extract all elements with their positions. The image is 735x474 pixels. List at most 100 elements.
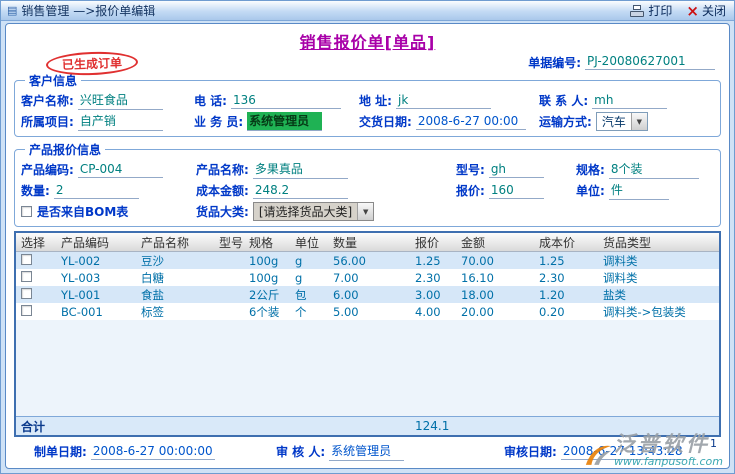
row-checkbox[interactable] xyxy=(21,270,32,282)
customer-name-input[interactable]: 兴旺食品 xyxy=(77,91,163,110)
total-amount: 124.1 xyxy=(415,419,450,433)
delivery-date-input[interactable]: 2008-6-27 00:00 xyxy=(415,114,526,130)
cell-unit: g xyxy=(295,270,303,285)
print-label: 打印 xyxy=(648,4,673,18)
table-row[interactable]: YL-002 豆沙 100g g 56.00 1.25 70.00 1.25 调… xyxy=(16,252,719,269)
row-checkbox[interactable] xyxy=(21,253,32,265)
product-row-2: 数量: 2 成本金额: 248.2 报价: 160 单位: 件 xyxy=(21,180,714,201)
contact-label: 联 系 人: xyxy=(539,94,589,108)
app-window: ▤ 销售管理 —>报价单编辑 打印 × 关闭 销售报价单[单品] 已生成订单 单… xyxy=(0,0,735,474)
total-label: 合计 xyxy=(21,419,46,434)
product-row-3: 是否来自BOM表 货品大类: [请选择货品大类] ▼ xyxy=(21,201,714,222)
col-model[interactable]: 型号 xyxy=(214,234,244,251)
cell-product-name: 食盐 xyxy=(141,287,164,302)
product-row-1: 产品编码: CP-004 产品名称: 多果真品 型号: gh 规格: 8个装 xyxy=(21,159,714,180)
address-input[interactable]: jk xyxy=(395,93,491,109)
items-grid: 选择 产品编码 产品名称 型号 规格 单位 数量 报价 金额 成本价 货品类型 … xyxy=(14,231,721,437)
row-checkbox[interactable] xyxy=(21,287,32,299)
table-row[interactable]: YL-003 白糖 100g g 7.00 2.30 16.10 2.30 调料… xyxy=(16,269,719,286)
made-date-label: 制单日期: xyxy=(34,445,87,459)
spec-input[interactable]: 8个装 xyxy=(608,160,699,179)
window-icon: ▤ xyxy=(7,4,18,17)
print-button[interactable]: 打印 xyxy=(630,2,672,19)
salesperson-label: 业 务 员: xyxy=(194,115,244,129)
table-row[interactable]: BC-001 标签 6个装 个 5.00 4.00 20.00 0.20 调料类… xyxy=(16,303,719,320)
cell-type: 调料类 xyxy=(603,253,638,268)
doc-no-value[interactable]: PJ-20080627001 xyxy=(585,54,715,70)
unit-label: 单位: xyxy=(576,184,605,198)
cell-product-code: YL-002 xyxy=(61,253,101,268)
cell-type: 调料类->包装类 xyxy=(603,304,686,319)
bom-checkbox[interactable] xyxy=(21,206,32,217)
unit-input[interactable]: 件 xyxy=(608,181,669,200)
titlebar: ▤ 销售管理 —>报价单编辑 打印 × 关闭 xyxy=(1,1,734,21)
cell-amount: 16.10 xyxy=(461,270,494,285)
auditor-label: 审 核 人: xyxy=(276,445,326,459)
row-select-cell xyxy=(16,270,56,285)
transport-value: 汽车 xyxy=(601,115,626,129)
col-product-name[interactable]: 产品名称 xyxy=(136,234,214,251)
row-select-cell xyxy=(16,253,56,268)
cell-quantity: 5.00 xyxy=(333,304,359,319)
auditor-value: 系统管理员 xyxy=(329,442,405,461)
table-row[interactable]: YL-001 食盐 2公斤 包 6.00 3.00 18.00 1.20 盐类 xyxy=(16,286,719,303)
fanpu-logo-icon xyxy=(585,445,612,465)
product-quote-section: 产品报价信息 产品编码: CP-004 产品名称: 多果真品 型号: gh 规格: 8个… xyxy=(14,141,721,227)
cell-quantity: 7.00 xyxy=(333,270,359,285)
quote-price-input[interactable]: 160 xyxy=(488,183,544,199)
quote-price-label: 报价: xyxy=(456,184,485,198)
form-title: 销售报价单[单品] xyxy=(299,33,436,52)
transport-select[interactable]: 汽车 ▼ xyxy=(595,112,648,131)
cell-spec: 100g xyxy=(249,270,279,285)
project-input[interactable]: 自产销 xyxy=(77,112,163,131)
bom-label: 是否来自BOM表 xyxy=(37,205,129,219)
window-title: 销售管理 —>报价单编辑 xyxy=(21,4,156,18)
phone-label: 电 话: xyxy=(194,94,227,108)
delivery-date-label: 交货日期: xyxy=(359,115,412,129)
salesperson-input[interactable]: 系统管理员 xyxy=(247,112,323,131)
cell-type: 调料类 xyxy=(603,270,638,285)
cost-amount-input[interactable]: 248.2 xyxy=(252,183,348,199)
cell-cost: 1.20 xyxy=(539,287,565,302)
cell-amount: 20.00 xyxy=(461,304,494,319)
col-type[interactable]: 货品类型 xyxy=(598,234,719,251)
col-product-code[interactable]: 产品编码 xyxy=(56,234,136,251)
customer-name-label: 客户名称: xyxy=(21,94,74,108)
product-name-input[interactable]: 多果真品 xyxy=(252,160,348,179)
col-unit[interactable]: 单位 xyxy=(290,234,328,251)
quantity-input[interactable]: 2 xyxy=(53,183,139,199)
cell-product-name: 豆沙 xyxy=(141,253,164,268)
product-code-input[interactable]: CP-004 xyxy=(77,162,163,178)
category-select[interactable]: [请选择货品大类] ▼ xyxy=(252,202,375,221)
cell-spec: 100g xyxy=(249,253,279,268)
col-spec[interactable]: 规格 xyxy=(244,234,290,251)
cell-unit: 个 xyxy=(295,304,307,319)
col-price[interactable]: 报价 xyxy=(410,234,456,251)
transport-label: 运输方式: xyxy=(539,115,592,129)
cell-product-code: YL-003 xyxy=(61,270,101,285)
contact-input[interactable]: mh xyxy=(592,93,668,109)
cell-spec: 2公斤 xyxy=(249,287,280,302)
row-checkbox[interactable] xyxy=(21,304,32,316)
customer-row-1: 客户名称: 兴旺食品 电 话: 136 地 址: jk 联 系 人: mh xyxy=(21,90,714,111)
row-select-cell xyxy=(16,287,56,302)
cell-product-name: 白糖 xyxy=(141,270,164,285)
category-value: [请选择货品大类] xyxy=(258,205,353,219)
col-amount[interactable]: 金额 xyxy=(456,234,534,251)
cell-cost: 1.25 xyxy=(539,253,565,268)
cell-quantity: 6.00 xyxy=(333,287,359,302)
col-quantity[interactable]: 数量 xyxy=(328,234,410,251)
row-select-cell xyxy=(16,304,56,319)
phone-input[interactable]: 136 xyxy=(230,93,341,109)
main-panel: 销售报价单[单品] 已生成订单 单据编号: PJ-20080627001 客户信… xyxy=(5,23,730,469)
cell-price: 1.25 xyxy=(415,253,441,268)
cell-amount: 70.00 xyxy=(461,253,494,268)
model-input[interactable]: gh xyxy=(488,162,544,178)
cell-price: 3.00 xyxy=(415,287,441,302)
cost-amount-label: 成本金额: xyxy=(196,184,249,198)
close-button[interactable]: × 关闭 xyxy=(686,2,726,19)
close-label: 关闭 xyxy=(701,4,726,18)
col-select[interactable]: 选择 xyxy=(16,234,56,251)
grid-body: YL-002 豆沙 100g g 56.00 1.25 70.00 1.25 调… xyxy=(16,252,719,320)
col-cost[interactable]: 成本价 xyxy=(534,234,598,251)
